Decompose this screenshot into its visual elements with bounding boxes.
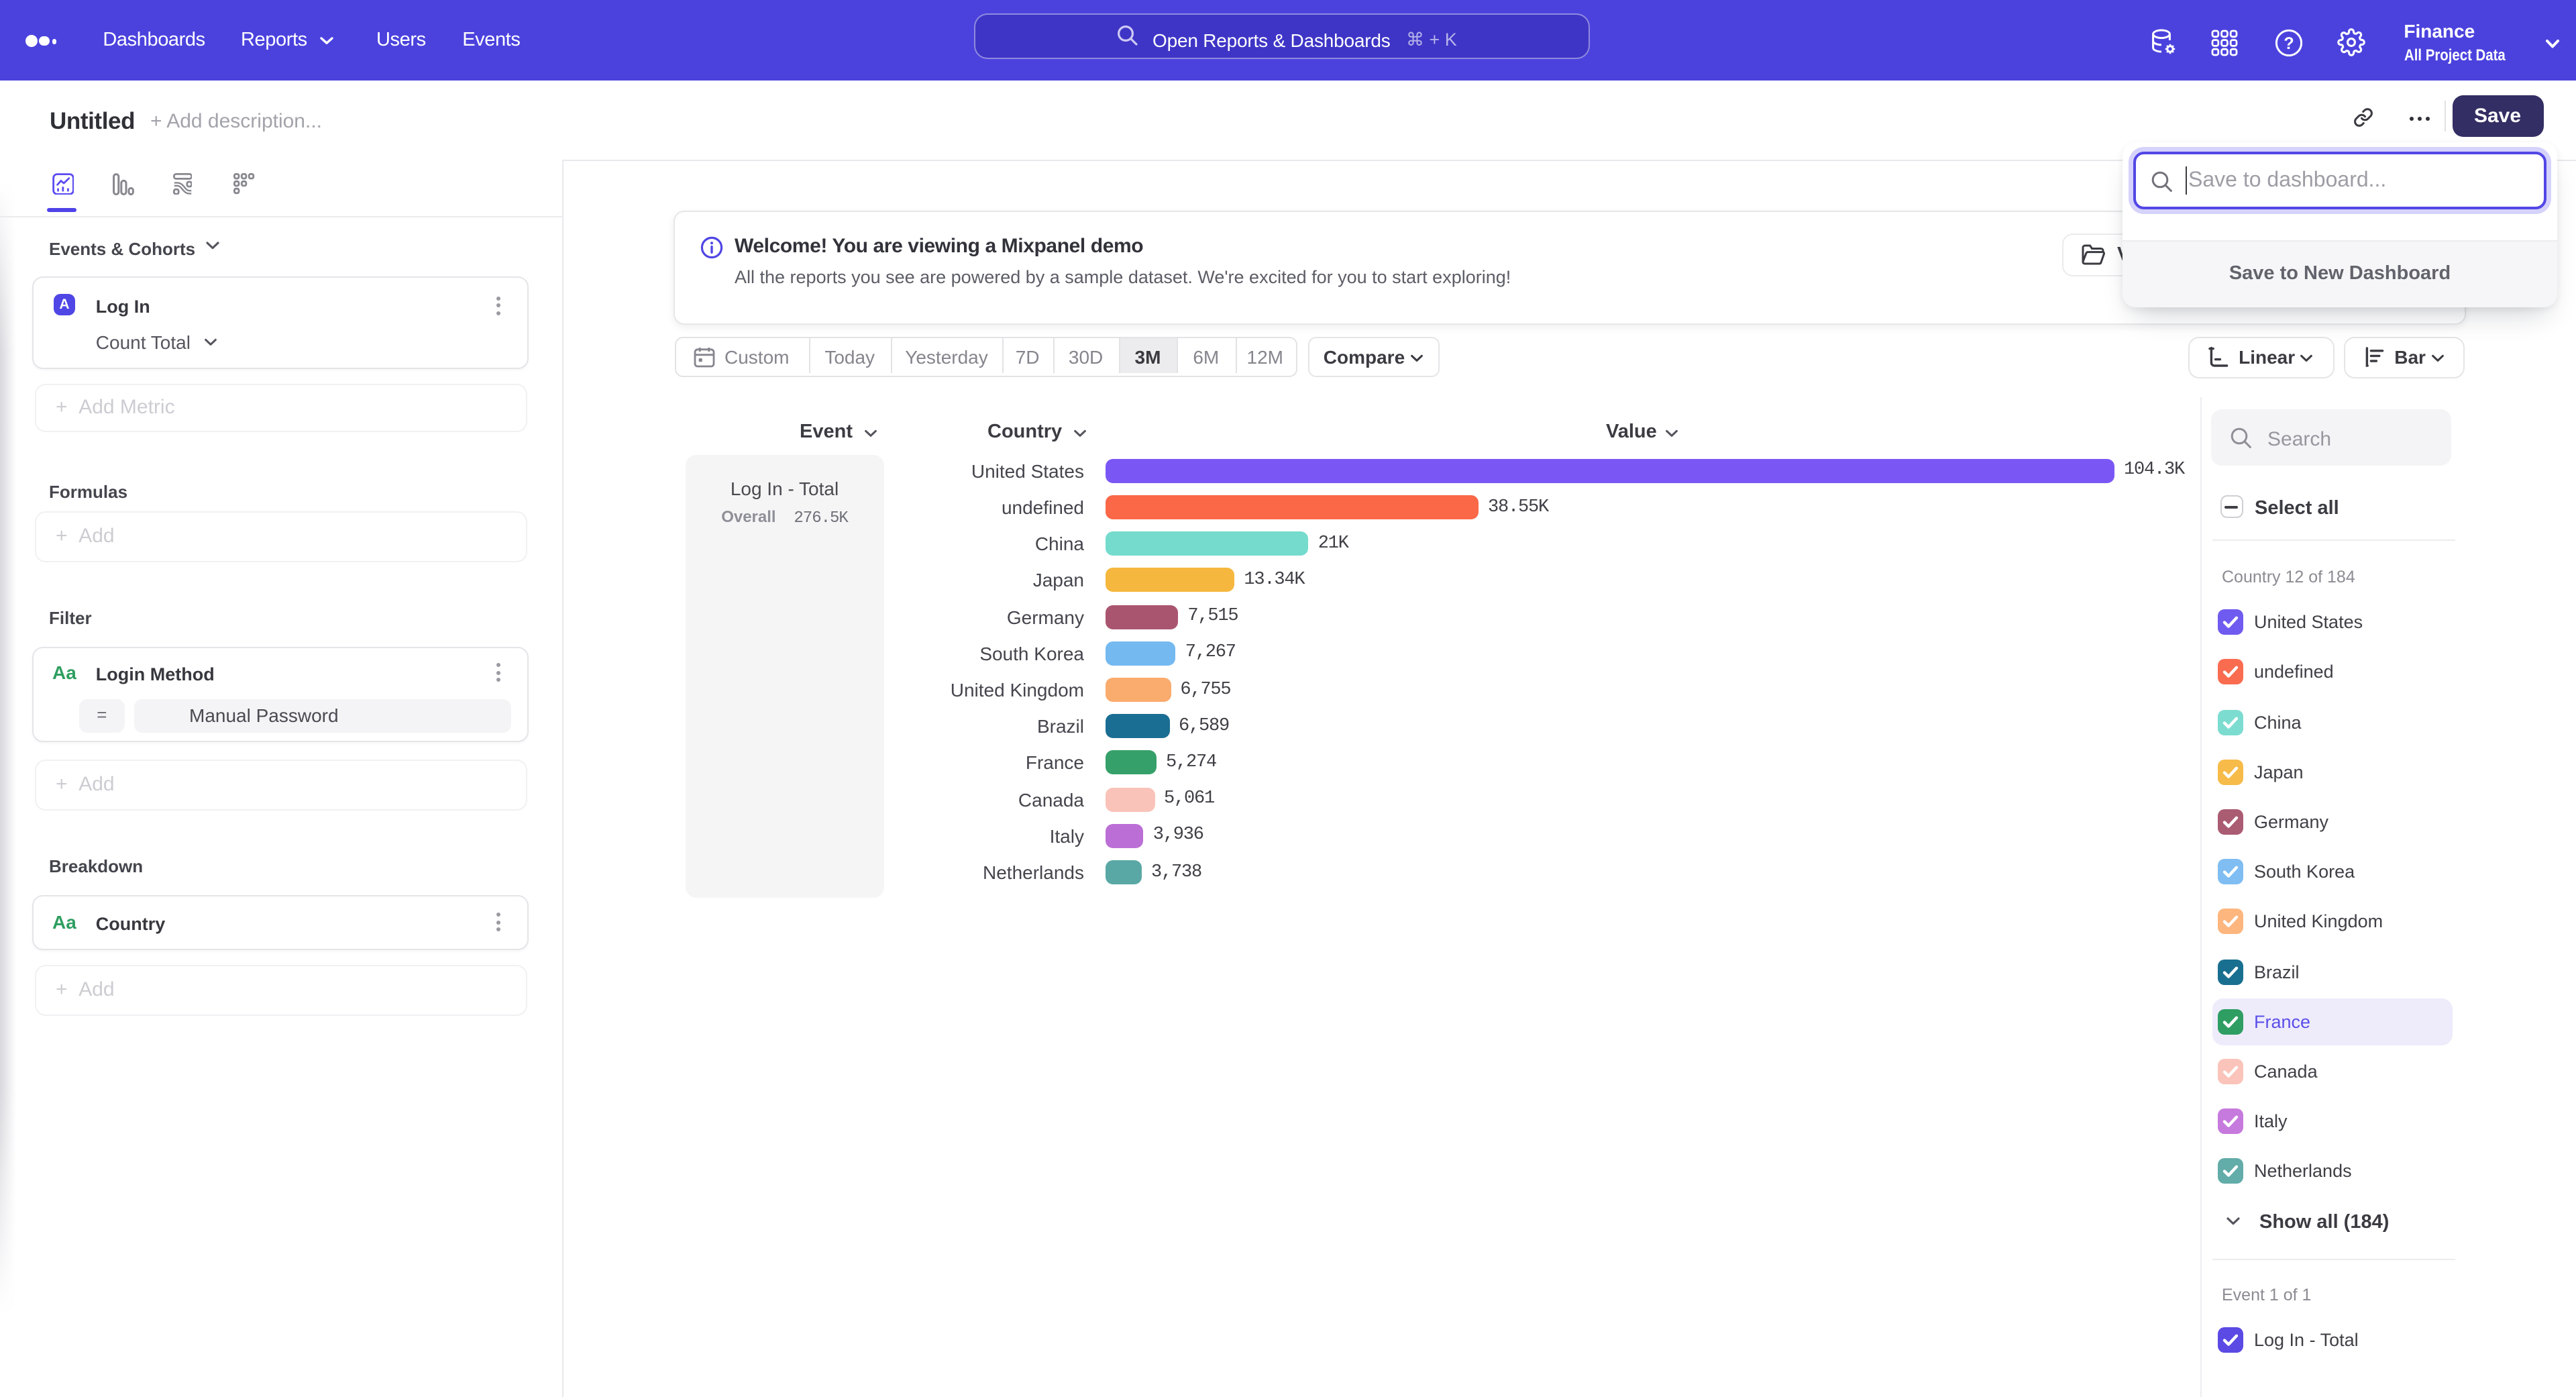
svg-text:?: ?: [2284, 34, 2294, 53]
